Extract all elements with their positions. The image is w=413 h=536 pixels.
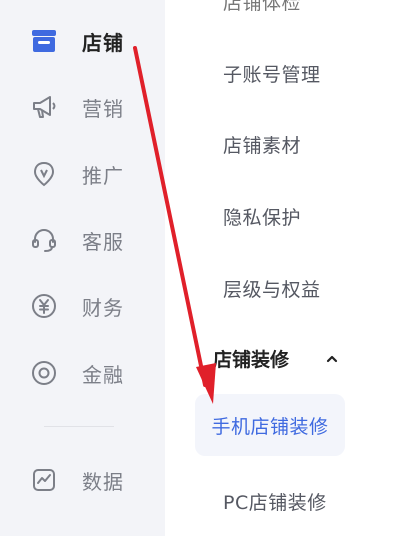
sub-item-sub-accounts[interactable]: 子账号管理 [223, 60, 321, 87]
sub-item-store-assets[interactable]: 店铺素材 [223, 131, 301, 158]
nav-divider [44, 426, 114, 427]
nav-item-marketing[interactable]: 营销 [30, 87, 124, 127]
megaphone-icon [30, 93, 58, 121]
nav-label: 营销 [82, 96, 124, 121]
nav-label: 金融 [82, 362, 124, 387]
sub-item-store-checkup[interactable]: 店铺体检 [223, 0, 301, 15]
chart-icon [30, 466, 58, 494]
app-window: 店铺 营销 推广 客服 财务 金融 数据 店铺体检 子账号管理 店铺素材 隐私保… [0, 0, 413, 536]
sub-item-mobile-decoration[interactable]: 手机店铺装修 [195, 394, 345, 456]
headset-icon [30, 226, 58, 254]
nav-item-finance[interactable]: 财务 [30, 286, 124, 326]
nav-label: 店铺 [82, 30, 124, 55]
nav-item-data[interactable]: 数据 [30, 460, 124, 500]
nav-label: 客服 [82, 229, 124, 254]
nav-label: 财务 [82, 295, 124, 320]
location-pin-icon [30, 160, 58, 188]
sub-menu: 店铺体检 子账号管理 店铺素材 隐私保护 层级与权益 店铺装修 手机店铺装修 P… [165, 0, 413, 536]
nav-item-promotion[interactable]: 推广 [30, 154, 124, 194]
yen-coin-icon [30, 292, 58, 320]
sub-item-pc-decoration[interactable]: PC店铺装修 [223, 488, 327, 515]
sub-item-privacy[interactable]: 隐私保护 [223, 203, 301, 230]
nav-item-financial-services[interactable]: 金融 [30, 353, 124, 393]
nav-item-customer-service[interactable]: 客服 [30, 220, 124, 260]
nav-label: 数据 [82, 469, 124, 494]
section-store-decoration[interactable]: 店铺装修 [213, 345, 339, 372]
nav-item-store[interactable]: 店铺 [30, 21, 124, 61]
section-label: 店铺装修 [213, 349, 290, 371]
store-icon [30, 27, 58, 55]
chevron-up-icon [325, 354, 339, 364]
sub-item-levels-benefits[interactable]: 层级与权益 [223, 275, 321, 302]
target-circle-icon [30, 359, 58, 387]
nav-label: 推广 [82, 163, 124, 188]
left-nav: 店铺 营销 推广 客服 财务 金融 数据 [0, 0, 165, 536]
